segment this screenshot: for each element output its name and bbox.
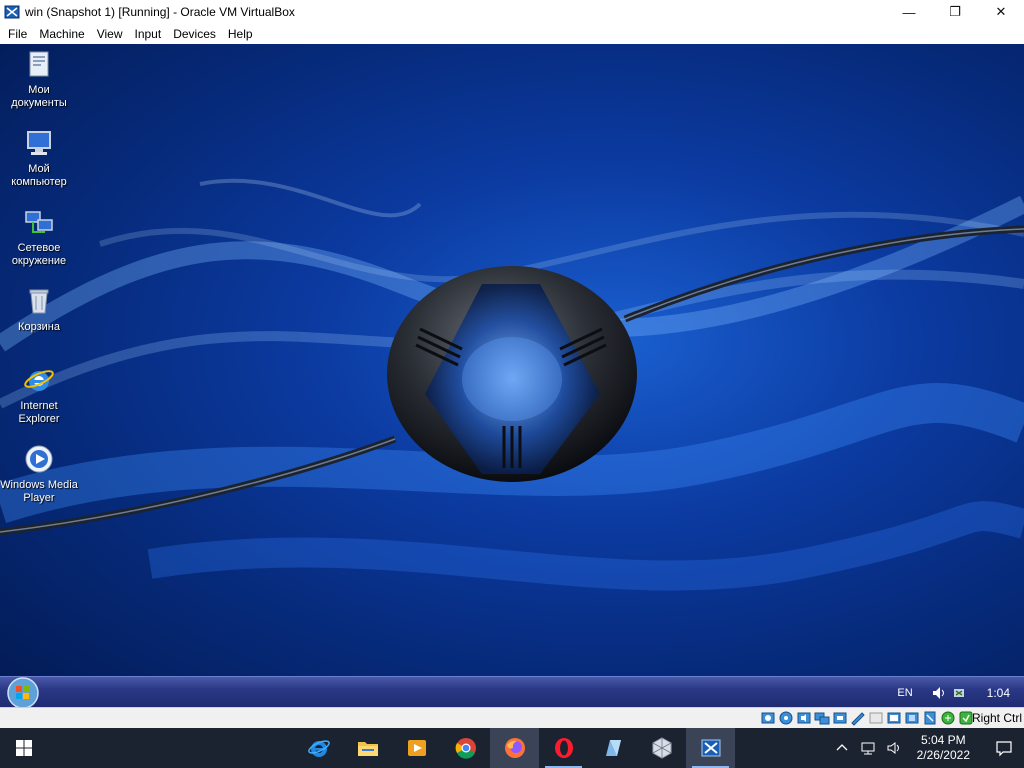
taskbar-app-file-explorer[interactable]: [343, 728, 392, 768]
menu-input[interactable]: Input: [129, 24, 168, 44]
xp-vm-icon: [701, 739, 720, 757]
firefox-icon: [504, 738, 525, 758]
host-taskbar-apps: [294, 728, 735, 768]
menu-machine[interactable]: Machine: [33, 24, 90, 44]
minimize-button[interactable]: —: [886, 0, 932, 24]
host-key-label[interactable]: Right Ctrl: [972, 711, 1022, 725]
file-explorer-icon: [357, 742, 378, 756]
network-icon: [25, 211, 53, 233]
menu-devices[interactable]: Devices: [167, 24, 222, 44]
opera-icon: [554, 738, 573, 758]
close-button[interactable]: ✕: [978, 0, 1024, 24]
desktop-icon-network[interactable]: Сетевое окружение: [0, 206, 78, 268]
taskbar-app-ie[interactable]: [294, 728, 343, 768]
ie-icon: [307, 740, 330, 757]
windows-logo-icon: [16, 740, 32, 756]
desktop-icon-label: Корзина: [18, 321, 60, 333]
desktop-icon-label: Windows Media Player: [0, 479, 78, 504]
desktop-icon-label: Мои документы: [11, 84, 67, 109]
shared-folders-icon[interactable]: [850, 710, 866, 726]
guest-start-button[interactable]: [4, 677, 42, 707]
notification-center-button[interactable]: [984, 728, 1024, 768]
taskbar-app-media[interactable]: [392, 728, 441, 768]
documents-icon: [29, 51, 49, 77]
window-titlebar[interactable]: win (Snapshot 1) [Running] - Oracle VM V…: [0, 0, 1024, 24]
notification-icon: [996, 741, 1012, 757]
taskbar-app-virtualbox[interactable]: [637, 728, 686, 768]
taskbar-app-firefox[interactable]: [490, 728, 539, 768]
vbox-status-bar: Right Ctrl: [0, 707, 1024, 728]
vt-x-icon[interactable]: [922, 710, 938, 726]
taskbar-app-xp-vm[interactable]: [686, 728, 735, 768]
desktop-icon-my-computer[interactable]: Мой компьютер: [0, 127, 78, 189]
desktop-icon-label: Мой компьютер: [11, 163, 67, 188]
host-clock[interactable]: 5:04 PM 2/26/2022: [917, 733, 970, 763]
media-player-icon: [25, 445, 53, 473]
network-icon[interactable]: [860, 740, 876, 756]
host-time: 5:04 PM: [920, 733, 966, 747]
guest-system-tray: EN 1:04: [897, 677, 1024, 707]
desktop-icon-my-documents[interactable]: Мои документы: [0, 48, 78, 110]
host-date: 2/26/2022: [916, 748, 970, 762]
virtualbox-window-icon: [4, 5, 20, 19]
menu-bar: File Machine View Input Devices Help: [0, 24, 1024, 44]
app-icon: [605, 740, 621, 756]
media-app-icon: [407, 740, 426, 756]
maximize-button[interactable]: ❐: [932, 0, 978, 24]
guest-additions-icon[interactable]: [904, 710, 920, 726]
host-start-button[interactable]: [0, 728, 48, 768]
guest-taskbar: EN 1:04: [0, 676, 1024, 707]
ie-icon: [24, 370, 54, 391]
virtualbox-icon: [652, 737, 671, 759]
chevron-up-icon[interactable]: [834, 740, 850, 756]
chrome-icon: [455, 738, 476, 759]
mouse-integration-icon[interactable]: [940, 710, 956, 726]
video-capture-icon[interactable]: [886, 710, 902, 726]
menu-file[interactable]: File: [2, 24, 33, 44]
optical-drive-icon[interactable]: [778, 710, 794, 726]
taskbar-app-chrome[interactable]: [441, 728, 490, 768]
guest-clock[interactable]: 1:04: [987, 686, 1010, 700]
host-system-tray: 5:04 PM 2/26/2022: [829, 728, 1024, 768]
audio-icon[interactable]: [796, 710, 812, 726]
desktop-icon-internet-explorer[interactable]: Internet Explorer: [0, 364, 78, 426]
host-taskbar: 5:04 PM 2/26/2022: [0, 728, 1024, 768]
menu-help[interactable]: Help: [222, 24, 259, 44]
volume-icon[interactable]: [931, 685, 947, 701]
recycle-bin-icon: [29, 289, 49, 314]
menu-view[interactable]: View: [91, 24, 129, 44]
desktop-icon-windows-media-player[interactable]: Windows Media Player: [0, 443, 78, 505]
safely-remove-hardware-icon[interactable]: [951, 685, 967, 701]
taskbar-app-generic[interactable]: [588, 728, 637, 768]
hard-disk-icon[interactable]: [760, 710, 776, 726]
usb-icon[interactable]: [832, 710, 848, 726]
desktop-icon-label: Internet Explorer: [18, 400, 60, 425]
computer-icon: [27, 131, 51, 155]
taskbar-app-opera[interactable]: [539, 728, 588, 768]
volume-icon[interactable]: [886, 740, 902, 756]
desktop-icon-recycle-bin[interactable]: Корзина: [0, 285, 78, 334]
network-adapter-icon[interactable]: [814, 710, 830, 726]
window-title: win (Snapshot 1) [Running] - Oracle VM V…: [25, 5, 295, 19]
guest-screen[interactable]: Мои документы Мой компьютер Сетевое окру…: [0, 44, 1024, 707]
display-icon[interactable]: [868, 710, 884, 726]
desktop-icon-label: Сетевое окружение: [11, 242, 67, 267]
language-indicator[interactable]: EN: [897, 687, 912, 699]
desktop-wallpaper: [0, 178, 1024, 591]
